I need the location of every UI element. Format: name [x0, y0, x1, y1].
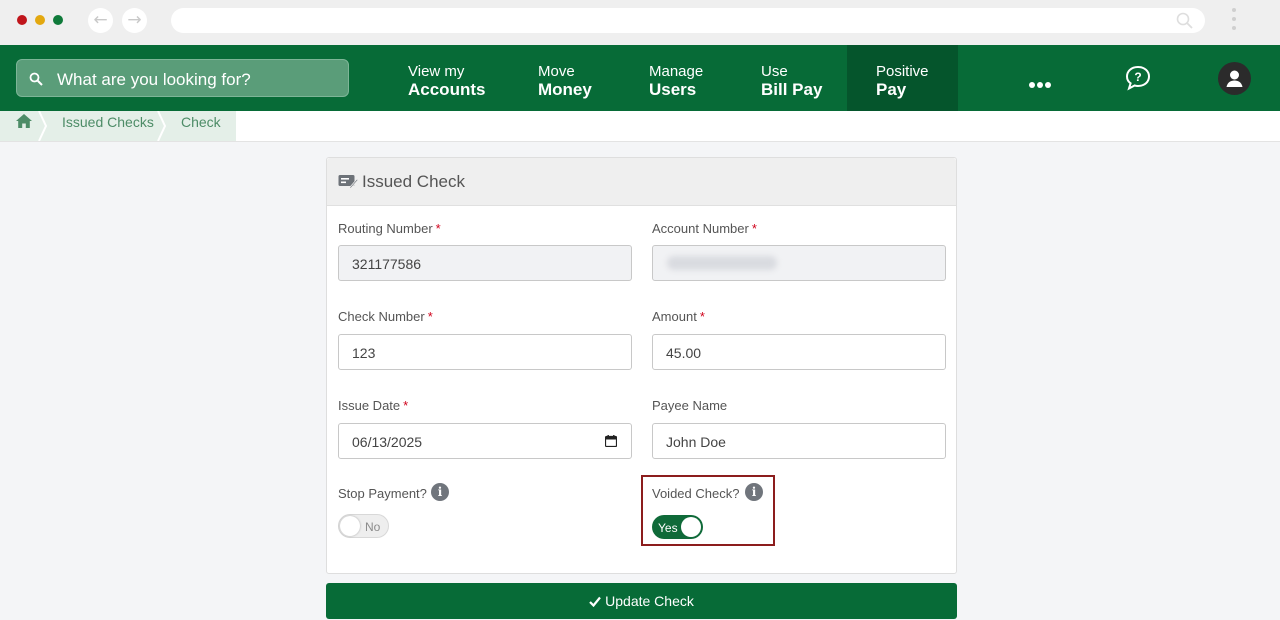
payee-name-label: Payee Name	[652, 398, 728, 413]
routing-number-field[interactable]: 321177586	[338, 245, 632, 281]
amount-field[interactable]: 45.00	[652, 334, 946, 370]
address-bar[interactable]	[171, 8, 1205, 33]
account-number-field[interactable]	[652, 245, 946, 281]
card-header: Issued Check	[327, 158, 956, 206]
app-header: What are you looking for? View my Accoun…	[0, 45, 1280, 111]
stop-payment-label: Stop Payment?	[338, 486, 427, 501]
breadcrumb-separator-icon	[38, 111, 48, 141]
toggle-knob	[340, 516, 360, 536]
minimize-window-dot[interactable]	[35, 15, 45, 25]
check-number-label: Check Number *	[338, 309, 433, 324]
search-box[interactable]: What are you looking for?	[16, 59, 349, 97]
home-icon[interactable]	[15, 113, 33, 129]
nav-positive-pay[interactable]: Positive Pay	[847, 45, 958, 111]
payee-name-value: John Doe	[666, 434, 726, 450]
nav-label-line1: Move	[538, 63, 575, 80]
nav-bill-pay[interactable]: Use Bill Pay	[761, 45, 841, 111]
check-edit-icon	[338, 175, 358, 189]
user-avatar-icon[interactable]	[1218, 62, 1251, 95]
issue-date-field[interactable]: 06/13/2025	[338, 423, 632, 459]
required-mark: *	[403, 398, 409, 413]
amount-value: 45.00	[666, 345, 702, 361]
account-number-label: Account Number *	[652, 221, 757, 236]
toggle-state-label: No	[365, 520, 381, 534]
voided-check-highlight	[641, 475, 775, 546]
required-mark: *	[751, 221, 757, 236]
nav-move-money[interactable]: Move Money	[538, 45, 618, 111]
close-window-dot[interactable]	[17, 15, 27, 25]
issue-date-value: 06/13/2025	[352, 434, 423, 450]
check-number-value: 123	[352, 345, 376, 361]
browser-chrome: ← →	[0, 0, 1280, 45]
nav-label-line2: Accounts	[408, 80, 486, 99]
breadcrumb-separator-icon	[157, 111, 167, 141]
label-text: Amount	[652, 309, 697, 324]
nav-label-line1: Use	[761, 63, 788, 80]
breadcrumb: Issued Checks Check	[0, 111, 236, 141]
breadcrumb-issued-checks[interactable]: Issued Checks	[62, 112, 154, 142]
required-mark: *	[699, 309, 705, 324]
search-input[interactable]: What are you looking for?	[57, 70, 251, 90]
forward-arrow-icon[interactable]: →	[122, 8, 147, 33]
update-check-button[interactable]: Update Check	[326, 583, 957, 619]
redacted-value	[667, 256, 777, 270]
nav-label-line2: Pay	[876, 80, 907, 99]
calendar-icon[interactable]	[605, 435, 617, 447]
payee-name-field[interactable]: John Doe	[652, 423, 946, 459]
card-title: Issued Check	[362, 172, 465, 191]
nav-view-accounts[interactable]: View my Accounts	[408, 45, 508, 111]
stop-payment-toggle[interactable]: No	[338, 514, 389, 538]
nav-label-line1: View my	[408, 63, 465, 80]
routing-number-label: Routing Number *	[338, 221, 441, 236]
issue-date-label: Issue Date *	[338, 398, 408, 413]
breadcrumb-bar: Issued Checks Check	[0, 111, 1280, 142]
search-icon	[29, 72, 43, 86]
label-text: Routing Number	[338, 221, 433, 236]
maximize-window-dot[interactable]	[53, 15, 63, 25]
svg-text:?: ?	[1134, 70, 1141, 84]
amount-label: Amount *	[652, 309, 705, 324]
nav-manage-users[interactable]: Manage Users	[649, 45, 729, 111]
help-chat-icon[interactable]: ?	[1123, 64, 1153, 92]
nav-label-line1: Manage	[649, 63, 704, 80]
required-mark: *	[435, 221, 441, 236]
nav-label-line1: Positive	[876, 63, 929, 80]
more-icon[interactable]	[1029, 75, 1053, 88]
nav-label-line2: Users	[649, 80, 697, 99]
search-icon	[1176, 12, 1193, 29]
update-check-label: Update Check	[605, 593, 694, 609]
routing-number-value: 321177586	[352, 256, 422, 272]
label-text: Issue Date	[338, 398, 401, 413]
label-text: Check Number	[338, 309, 425, 324]
nav-label-line2: Money	[538, 80, 592, 99]
checkmark-icon	[589, 596, 601, 607]
label-text: Account Number	[652, 221, 749, 236]
browser-menu-icon[interactable]	[1229, 8, 1239, 34]
info-icon[interactable]: i	[431, 483, 449, 501]
back-arrow-icon[interactable]: ←	[88, 8, 113, 33]
breadcrumb-check: Check	[181, 114, 221, 130]
nav-label-line2: Bill Pay	[761, 80, 823, 99]
required-mark: *	[427, 309, 433, 324]
check-number-field[interactable]: 123	[338, 334, 632, 370]
